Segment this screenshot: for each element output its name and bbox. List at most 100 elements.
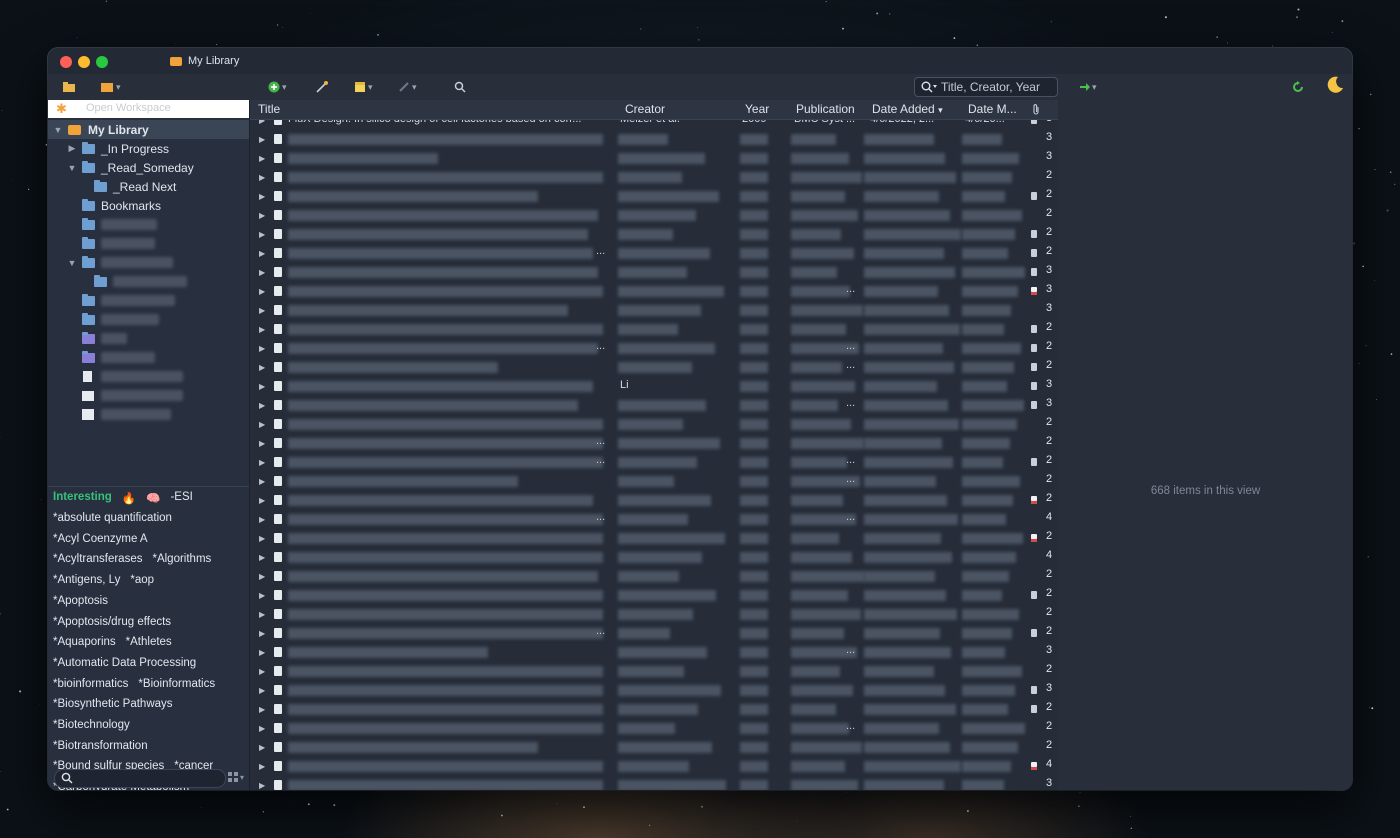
advanced-search-button[interactable] bbox=[454, 79, 466, 95]
expand-twisty[interactable]: ▶ bbox=[259, 363, 265, 372]
tag-item[interactable]: *Apoptosis bbox=[53, 595, 108, 614]
table-row[interactable]: ▶... 3 bbox=[250, 643, 1058, 662]
column-date-added[interactable]: Date Added ▾ bbox=[872, 100, 943, 119]
tag-esi[interactable]: -ESI bbox=[170, 491, 192, 510]
tag-item[interactable]: *aop bbox=[130, 574, 154, 593]
pdf-icon[interactable] bbox=[1031, 382, 1037, 390]
expand-twisty[interactable]: ▶ bbox=[259, 211, 265, 220]
pdf-icon[interactable] bbox=[1031, 629, 1037, 637]
pdf-icon[interactable] bbox=[1031, 249, 1037, 257]
expand-twisty[interactable]: ▶ bbox=[259, 344, 265, 353]
pdf-icon[interactable] bbox=[1031, 762, 1037, 770]
table-row[interactable]: ▶ 2 bbox=[250, 738, 1058, 757]
pdf-icon[interactable] bbox=[1031, 458, 1037, 466]
saved-search-redacted[interactable] bbox=[48, 329, 249, 348]
expand-twisty[interactable]: ▼ bbox=[67, 163, 77, 173]
table-row[interactable]: ▶ 2 bbox=[250, 415, 1058, 434]
new-note-button[interactable]: ▾ bbox=[354, 79, 373, 95]
expand-twisty[interactable]: ▶ bbox=[259, 705, 265, 714]
expand-twisty[interactable]: ▶ bbox=[259, 173, 265, 182]
expand-twisty[interactable]: ▼ bbox=[67, 258, 77, 268]
table-row[interactable]: ▶... 2 bbox=[250, 624, 1058, 643]
table-row[interactable]: ▶ 2 bbox=[250, 187, 1058, 206]
table-row[interactable]: ▶ FluX Design: In silico design of cell f… bbox=[250, 120, 1058, 130]
minimize-button[interactable] bbox=[78, 56, 90, 68]
trash[interactable] bbox=[48, 405, 249, 424]
expand-twisty[interactable]: ▶ bbox=[259, 743, 265, 752]
tag-item[interactable]: *bioinformatics bbox=[53, 678, 128, 697]
column-title[interactable]: Title bbox=[258, 100, 280, 119]
expand-twisty[interactable]: ▼ bbox=[53, 125, 63, 135]
expand-twisty[interactable]: ▶ bbox=[259, 553, 265, 562]
expand-twisty[interactable]: ▶ bbox=[259, 667, 265, 676]
table-row[interactable]: ▶ 3 bbox=[250, 130, 1058, 149]
expand-twisty[interactable]: ▶ bbox=[259, 230, 265, 239]
expand-twisty[interactable]: ▶ bbox=[259, 724, 265, 733]
pdf-icon[interactable] bbox=[1031, 287, 1037, 295]
collection-redacted[interactable] bbox=[48, 310, 249, 329]
table-row[interactable]: ▶...... 4 bbox=[250, 510, 1058, 529]
add-by-identifier-button[interactable] bbox=[315, 79, 329, 95]
tag-item[interactable]: *Biotechnology bbox=[53, 719, 130, 738]
expand-twisty[interactable]: ▶ bbox=[259, 629, 265, 638]
expand-twisty[interactable]: ▶ bbox=[259, 401, 265, 410]
table-row[interactable]: ▶ 2 bbox=[250, 225, 1058, 244]
table-row[interactable]: ▶... 2 bbox=[250, 472, 1058, 491]
table-row[interactable]: ▶ 4 bbox=[250, 757, 1058, 776]
tag-actions-button[interactable]: ▾ bbox=[228, 772, 244, 782]
table-row[interactable]: ▶... 3 bbox=[250, 282, 1058, 301]
table-row[interactable]: ▶ 3 bbox=[250, 681, 1058, 700]
saved-search-redacted[interactable] bbox=[48, 348, 249, 367]
column-date-modified[interactable]: Date M... bbox=[968, 100, 1017, 119]
table-row[interactable]: ▶ Li 3 bbox=[250, 377, 1058, 396]
tag-item[interactable]: *Apoptosis/drug effects bbox=[53, 616, 171, 635]
pdf-icon[interactable] bbox=[1031, 268, 1037, 276]
table-row[interactable]: ▶ 2 bbox=[250, 605, 1058, 624]
expand-twisty[interactable]: ▶ bbox=[259, 534, 265, 543]
expand-twisty[interactable]: ▶ bbox=[259, 439, 265, 448]
fire-emoji-tag[interactable]: 🔥 bbox=[122, 491, 136, 510]
library-menu-button[interactable]: ▾ bbox=[100, 79, 121, 95]
tag-item[interactable]: *Aquaporins bbox=[53, 636, 116, 655]
expand-twisty[interactable]: ▶ bbox=[259, 572, 265, 581]
collection-redacted[interactable] bbox=[48, 291, 249, 310]
tag-item[interactable]: *Antigens, Ly bbox=[53, 574, 120, 593]
tag-item[interactable]: *Acyl Coenzyme A bbox=[53, 533, 148, 552]
pdf-icon[interactable] bbox=[1031, 591, 1037, 599]
tag-item[interactable]: *Athletes bbox=[126, 636, 172, 655]
tag-item[interactable]: *Acyltransferases bbox=[53, 553, 142, 572]
column-creator[interactable]: Creator bbox=[625, 100, 665, 119]
sync-arrow-button[interactable]: ▾ bbox=[1080, 79, 1097, 95]
tag-item[interactable]: *Biosynthetic Pathways bbox=[53, 698, 173, 717]
dark-mode-button[interactable] bbox=[1326, 76, 1344, 93]
collection-my-library[interactable]: ▼ My Library bbox=[48, 120, 249, 139]
expand-twisty[interactable]: ▶ bbox=[259, 781, 265, 790]
search-field[interactable]: Title, Creator, Year bbox=[914, 77, 1058, 97]
expand-twisty[interactable]: ▶ bbox=[259, 515, 265, 524]
expand-twisty[interactable]: ▶ bbox=[259, 249, 265, 258]
collection-redacted[interactable] bbox=[48, 215, 249, 234]
collection-in-progress[interactable]: ▶ _In Progress bbox=[48, 139, 249, 158]
attachment-icon[interactable] bbox=[1031, 104, 1041, 116]
table-row[interactable]: ▶ 2 bbox=[250, 529, 1058, 548]
table-row[interactable]: ▶ 2 bbox=[250, 168, 1058, 187]
sync-button[interactable] bbox=[1292, 79, 1304, 95]
open-workspace-field[interactable]: ✱ Open Workspace bbox=[48, 100, 249, 118]
collection-redacted[interactable] bbox=[48, 234, 249, 253]
expand-twisty[interactable]: ▶ bbox=[259, 762, 265, 771]
expand-twisty[interactable]: ▶ bbox=[259, 325, 265, 334]
expand-twisty[interactable]: ▶ bbox=[259, 610, 265, 619]
table-row[interactable]: ▶ 2 bbox=[250, 320, 1058, 339]
expand-twisty[interactable]: ▶ bbox=[259, 192, 265, 201]
expand-twisty[interactable]: ▶ bbox=[259, 686, 265, 695]
table-row[interactable]: ▶ 2 bbox=[250, 491, 1058, 510]
library-tab[interactable]: My Library bbox=[170, 48, 282, 74]
new-item-button[interactable]: ▾ bbox=[268, 79, 287, 95]
expand-twisty[interactable]: ▶ bbox=[259, 287, 265, 296]
expand-twisty[interactable]: ▶ bbox=[259, 382, 265, 391]
tag-item[interactable]: *Biotransformation bbox=[53, 740, 148, 759]
new-collection-button[interactable] bbox=[62, 79, 76, 95]
table-row[interactable]: ▶... 2 bbox=[250, 244, 1058, 263]
expand-twisty[interactable]: ▶ bbox=[259, 648, 265, 657]
tag-item[interactable]: *Automatic Data Processing bbox=[53, 657, 196, 676]
